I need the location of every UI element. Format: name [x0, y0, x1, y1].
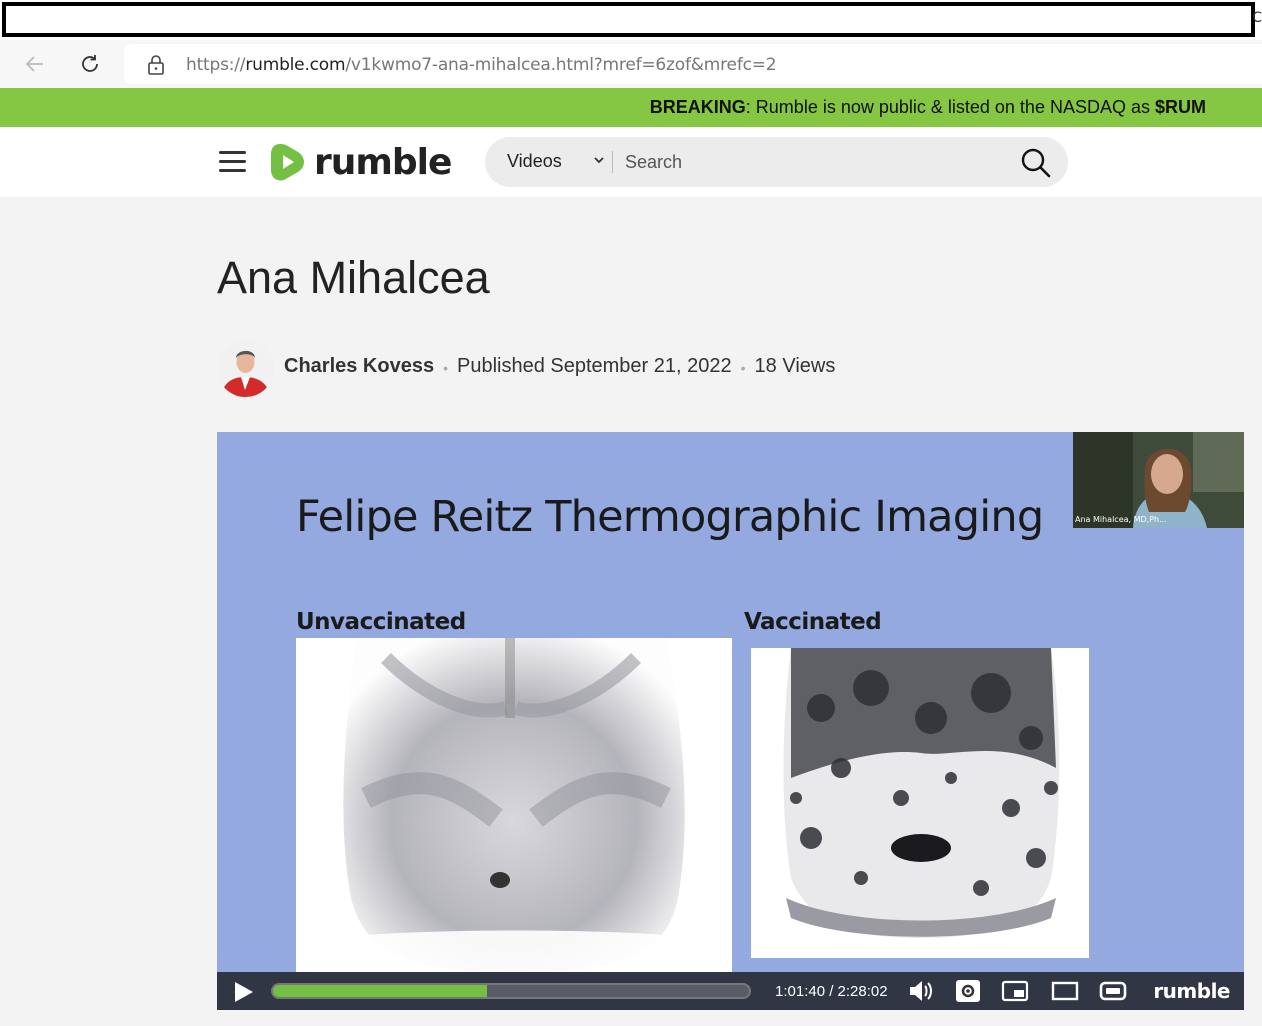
rumble-logo[interactable]: rumble — [270, 141, 452, 183]
search-icon[interactable] — [1020, 147, 1052, 179]
browser-toolbar: https://rumble.com/v1kwmo7-ana-mihalcea.… — [0, 40, 1262, 88]
pip-button[interactable] — [1001, 979, 1029, 1003]
breaking-banner[interactable]: BREAKING: Rumble is now public & listed … — [0, 88, 1262, 127]
refresh-icon — [82, 55, 98, 72]
caption-unvaccinated: Unvaccinated — [296, 609, 466, 635]
progress-fill — [273, 985, 488, 997]
fullscreen-icon — [1099, 981, 1127, 1001]
author-name[interactable]: Charles Kovess — [284, 355, 434, 378]
vaccinated-image — [751, 648, 1089, 958]
progress-bar[interactable] — [271, 983, 751, 999]
search-category-select[interactable]: Videos — [507, 151, 562, 172]
menu-icon[interactable] — [219, 151, 246, 173]
time-display: 1:01:40 / 2:28:02 — [775, 983, 888, 1000]
back-button[interactable] — [20, 49, 50, 79]
video-player[interactable]: Felipe Reitz Thermographic Imaging Unvac… — [217, 432, 1244, 1010]
rumble-logo-icon — [271, 144, 304, 181]
player-brand[interactable]: rumble — [1153, 979, 1230, 1003]
publish-date: Published September 21, 2022 — [456, 355, 732, 377]
theater-button[interactable] — [1051, 979, 1079, 1003]
address-bar[interactable]: https://rumble.com/v1kwmo7-ana-mihalcea.… — [124, 44, 1262, 84]
unvaccinated-image — [296, 638, 732, 972]
video-meta: Charles Kovess • Published September 21,… — [217, 339, 835, 397]
meta-separator: • — [443, 360, 448, 376]
meta-separator: • — [740, 360, 746, 376]
player-controls: 1:01:40 / 2:28:02 rumble — [217, 972, 1244, 1010]
url-scheme: https:// — [186, 55, 246, 75]
window-frame — [2, 2, 1255, 37]
webcam-label: Ana Mihalcea, MD,Ph... — [1075, 515, 1167, 524]
search-bar: Videos — [485, 137, 1068, 187]
pip-icon — [1001, 980, 1029, 1002]
avatar[interactable] — [217, 339, 274, 397]
breaking-text: : Rumble is now public & listed on the N… — [745, 97, 1155, 117]
play-icon[interactable] — [231, 980, 255, 1004]
fullscreen-button[interactable] — [1099, 979, 1127, 1003]
refresh-button[interactable] — [75, 49, 105, 79]
slide-title: Felipe Reitz Thermographic Imaging — [296, 492, 1044, 542]
theater-icon — [1051, 981, 1079, 1001]
url-path: /v1kwmo7-ana-mihalcea.html?mref=6zof&mre… — [345, 55, 777, 75]
volume-icon — [910, 981, 932, 1001]
breaking-label: BREAKING — [649, 97, 746, 117]
breaking-ticker: $RUM — [1154, 97, 1206, 117]
url-text[interactable]: https://rumble.com/v1kwmo7-ana-mihalcea.… — [186, 55, 777, 75]
caption-vaccinated: Vaccinated — [744, 609, 882, 635]
brand-wordmark: rumble — [314, 141, 452, 183]
window-edge-glyph: C — [1252, 10, 1262, 26]
window-titlebar: C — [0, 0, 1262, 40]
url-host: rumble.com — [245, 55, 346, 75]
settings-button[interactable] — [955, 979, 981, 1003]
settings-icon — [956, 980, 980, 1002]
lock-icon — [148, 55, 164, 75]
back-arrow-icon — [25, 56, 43, 72]
site-header: rumble Videos — [0, 127, 1262, 197]
chevron-down-icon[interactable] — [593, 154, 605, 166]
view-count: 18 Views — [754, 355, 836, 377]
presenter-webcam: Ana Mihalcea, MD,Ph... — [1073, 432, 1244, 528]
search-divider — [612, 151, 613, 173]
video-title: Ana Mihalcea — [217, 252, 490, 303]
volume-button[interactable] — [907, 979, 937, 1003]
search-input[interactable] — [625, 147, 1005, 177]
breaking-message[interactable]: BREAKING: Rumble is now public & listed … — [650, 97, 1206, 118]
